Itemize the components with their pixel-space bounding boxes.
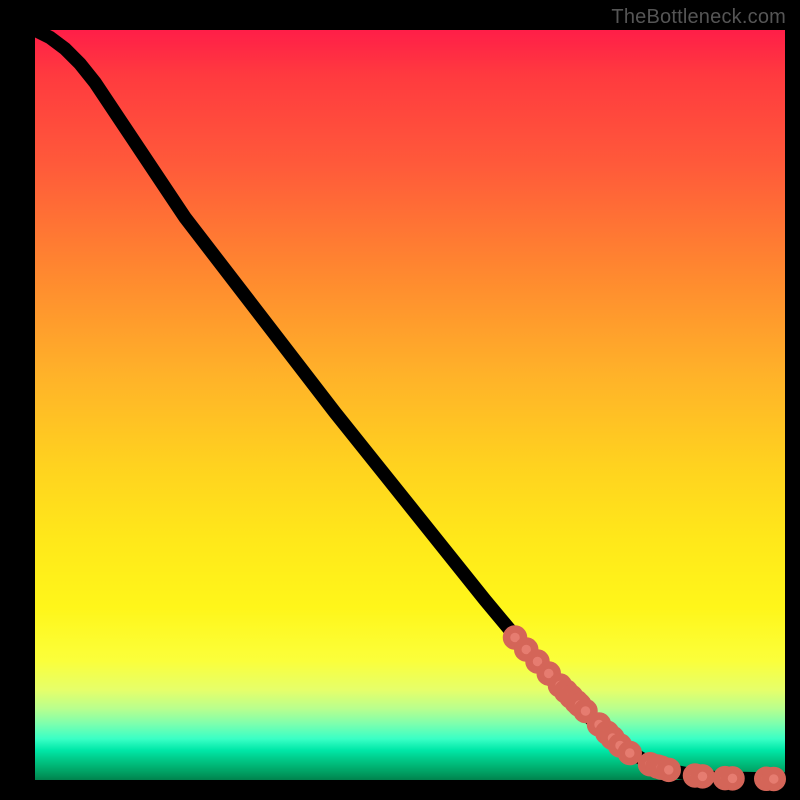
plot-svg: [35, 30, 785, 780]
data-point: [694, 768, 711, 785]
data-point: [724, 770, 741, 787]
data-point: [660, 761, 677, 778]
data-point: [765, 770, 782, 787]
chart-stage: TheBottleneck.com: [0, 0, 800, 800]
data-point: [621, 745, 638, 762]
data-curve: [35, 30, 785, 779]
plot-area: [35, 30, 785, 780]
watermark-label: TheBottleneck.com: [611, 6, 786, 29]
scatter-points: [507, 629, 783, 787]
